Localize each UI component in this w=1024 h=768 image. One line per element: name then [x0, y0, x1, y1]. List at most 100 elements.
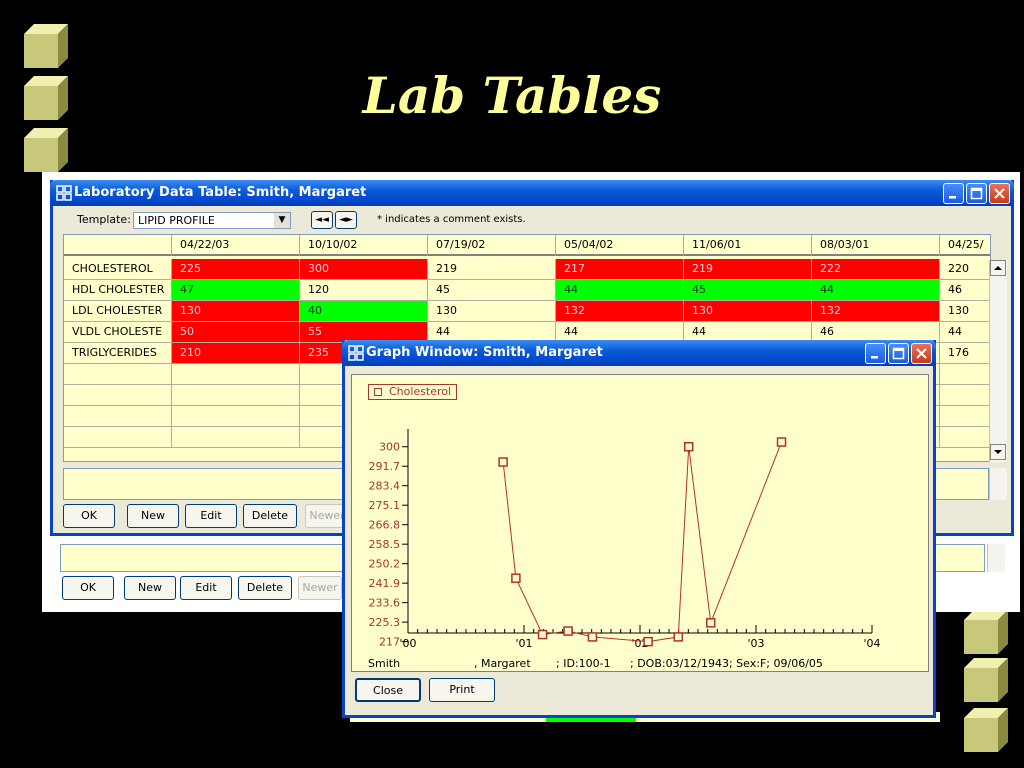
table-cell[interactable]: 120: [300, 280, 428, 301]
x-tick-label: '03: [747, 637, 764, 650]
edit-button[interactable]: Edit: [185, 504, 237, 528]
data-point: [776, 437, 787, 447]
cube-icon: [24, 24, 68, 68]
back-ok-button[interactable]: OK: [62, 576, 114, 600]
empty-cell[interactable]: [64, 427, 172, 448]
table-cell[interactable]: 47: [172, 280, 300, 301]
table-cell[interactable]: 219: [684, 259, 812, 280]
back-comment-scrollbar[interactable]: [987, 544, 1005, 572]
graph-close-button[interactable]: Close: [355, 678, 421, 702]
graph-window-titlebar[interactable]: Graph Window: Smith, Margaret: [342, 340, 936, 366]
table-cell[interactable]: 44: [940, 322, 990, 343]
table-cell[interactable]: 45: [684, 280, 812, 301]
table-cell[interactable]: 130: [684, 301, 812, 322]
graph-print-button[interactable]: Print: [429, 678, 495, 702]
table-cell[interactable]: 132: [812, 301, 940, 322]
back-newer-button[interactable]: Newer: [298, 576, 342, 600]
new-button[interactable]: New: [127, 504, 179, 528]
scroll-up-arrow[interactable]: [990, 260, 1006, 276]
lab-window-title: Laboratory Data Table: Smith, Margaret: [74, 185, 367, 200]
data-point: [563, 626, 573, 636]
data-point: [706, 618, 716, 628]
column-header[interactable]: 04/22/03: [172, 235, 300, 256]
graph-minimize-button[interactable]: [865, 343, 886, 364]
maximize-button[interactable]: [966, 183, 987, 204]
row-label[interactable]: VLDL CHOLESTE: [64, 322, 172, 343]
table-cell[interactable]: 217: [556, 259, 684, 280]
table-cell[interactable]: 176: [940, 343, 990, 364]
y-tick-label: 291.7: [369, 460, 401, 473]
table-cell[interactable]: 220: [940, 259, 990, 280]
delete-button[interactable]: Delete: [243, 504, 297, 528]
column-header[interactable]: 10/10/02: [300, 235, 428, 256]
row-label[interactable]: LDL CHOLESTER: [64, 301, 172, 322]
grid-vertical-scrollbar[interactable]: [989, 260, 1007, 462]
table-cell[interactable]: 44: [812, 280, 940, 301]
table-cell[interactable]: 45: [428, 280, 556, 301]
maximize-icon: [970, 187, 983, 200]
footer-dob: ; DOB:03/12/1943; Sex:F; 09/06/05: [630, 657, 823, 670]
table-cell[interactable]: 130: [172, 301, 300, 322]
minimize-button[interactable]: [943, 183, 964, 204]
column-header[interactable]: 08/03/01: [812, 235, 940, 256]
table-cell[interactable]: 130: [940, 301, 990, 322]
empty-cell[interactable]: [64, 385, 172, 406]
graph-maximize-button[interactable]: [888, 343, 909, 364]
row-label[interactable]: TRIGLYCERIDES: [64, 343, 172, 364]
empty-cell[interactable]: [940, 364, 990, 385]
data-point: [498, 457, 508, 467]
data-point: [683, 441, 694, 452]
back-edit-button[interactable]: Edit: [180, 576, 232, 600]
close-icon: [994, 188, 1005, 199]
empty-cell[interactable]: [940, 406, 990, 427]
cube-icon: [964, 658, 1008, 702]
empty-cell[interactable]: [172, 385, 300, 406]
table-cell[interactable]: 40: [300, 301, 428, 322]
first-record-button[interactable]: ◄◄: [311, 211, 333, 229]
template-select[interactable]: LIPID PROFILE ▼: [133, 212, 291, 229]
comment-scrollbar[interactable]: [989, 468, 1007, 500]
empty-cell[interactable]: [64, 406, 172, 427]
column-header[interactable]: 04/25/: [940, 235, 990, 256]
back-new-button[interactable]: New: [124, 576, 176, 600]
table-cell[interactable]: 225: [172, 259, 300, 280]
empty-cell[interactable]: [940, 427, 990, 448]
table-cell[interactable]: 130: [428, 301, 556, 322]
column-header[interactable]: 05/04/02: [556, 235, 684, 256]
back-delete-button[interactable]: Delete: [238, 576, 292, 600]
column-header[interactable]: [64, 235, 172, 256]
template-select-value: LIPID PROFILE: [138, 214, 215, 227]
scroll-down-arrow[interactable]: [990, 444, 1006, 460]
table-cell[interactable]: 132: [556, 301, 684, 322]
table-cell[interactable]: 219: [428, 259, 556, 280]
column-header[interactable]: 07/19/02: [428, 235, 556, 256]
empty-cell[interactable]: [64, 364, 172, 385]
empty-cell[interactable]: [172, 406, 300, 427]
empty-cell[interactable]: [172, 427, 300, 448]
empty-cell[interactable]: [172, 364, 300, 385]
x-tick-label: '04: [863, 637, 880, 650]
ok-button[interactable]: OK: [63, 504, 115, 528]
arrow-down-icon: [994, 450, 1002, 454]
empty-cell[interactable]: [940, 385, 990, 406]
data-point: [643, 636, 653, 647]
table-cell[interactable]: 210: [172, 343, 300, 364]
table-cell[interactable]: 46: [940, 280, 990, 301]
table-cell[interactable]: 300: [300, 259, 428, 280]
footer-name: Smith: [368, 657, 401, 670]
lab-window-titlebar[interactable]: Laboratory Data Table: Smith, Margaret: [50, 180, 1014, 206]
close-window-button[interactable]: [989, 183, 1010, 204]
comment-note: * indicates a comment exists.: [377, 214, 526, 225]
table-cell[interactable]: 222: [812, 259, 940, 280]
row-label[interactable]: HDL CHOLESTER: [64, 280, 172, 301]
close-icon: [916, 348, 927, 359]
next-record-button[interactable]: ◄►: [335, 211, 357, 229]
plot-area: Cholesterol 217 225.3 233.6 241.9 250.2 258.5…: [351, 374, 929, 672]
minimize-icon: [949, 196, 956, 199]
graph-close-window-button[interactable]: [911, 343, 932, 364]
row-label[interactable]: CHOLESTEROL: [64, 259, 172, 280]
column-header[interactable]: 11/06/01: [684, 235, 812, 256]
table-cell[interactable]: 44: [556, 280, 684, 301]
cholesterol-line: [502, 441, 782, 643]
table-cell[interactable]: 50: [172, 322, 300, 343]
